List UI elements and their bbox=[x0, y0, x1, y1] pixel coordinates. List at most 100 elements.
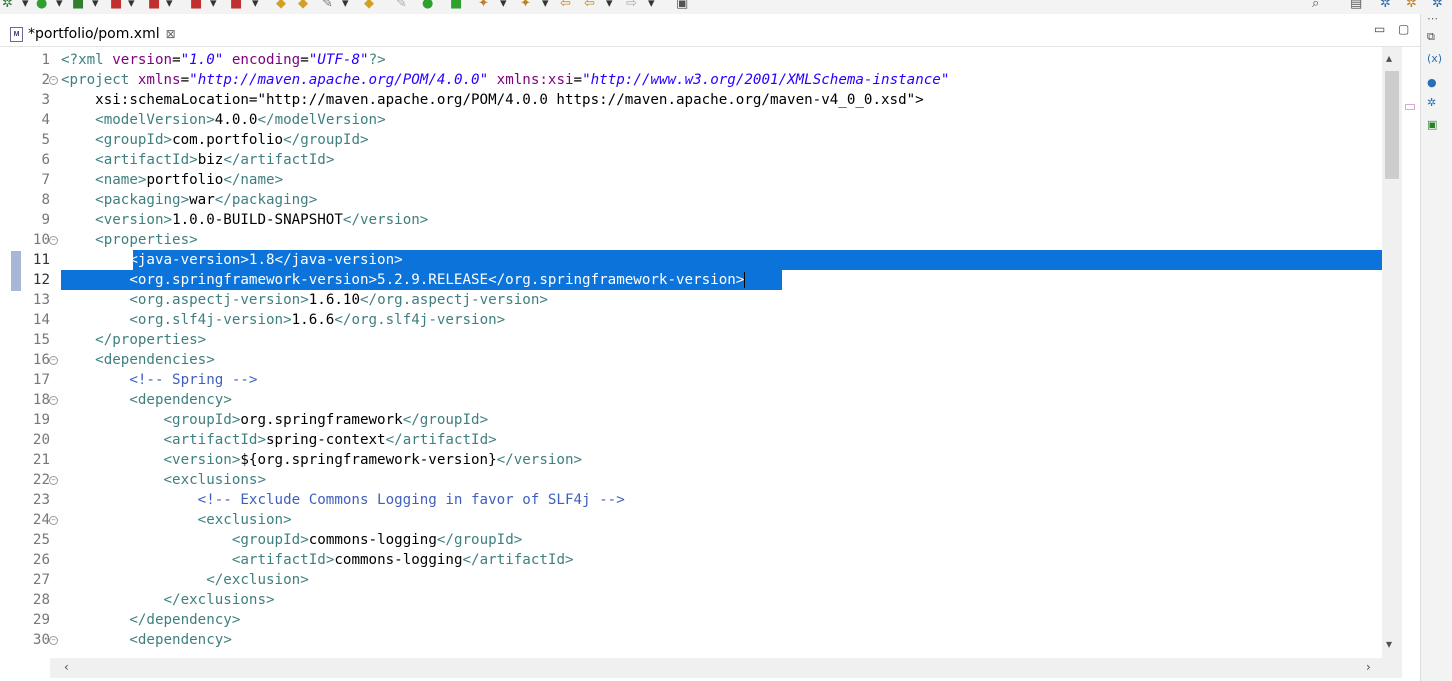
search-dropdown-icon[interactable]: ▾ bbox=[342, 0, 349, 12]
last-edit-icon[interactable]: ⇦ bbox=[560, 0, 571, 12]
run-dropdown-icon[interactable]: ▾ bbox=[56, 0, 63, 12]
code-line[interactable]: 17 <!-- Spring --> bbox=[0, 370, 1382, 390]
code-line[interactable]: 12 <org.springframework-version>5.2.9.RE… bbox=[0, 270, 1382, 290]
launch-dropdown-icon[interactable]: ▾ bbox=[252, 0, 259, 12]
coverage-icon[interactable]: ■ bbox=[72, 0, 84, 12]
code-line[interactable]: 8 <packaging>war</packaging> bbox=[0, 190, 1382, 210]
scroll-up-icon[interactable]: ▴ bbox=[1386, 51, 1392, 65]
code-line[interactable]: 6 <artifactId>biz</artifactId> bbox=[0, 150, 1382, 170]
code-line[interactable]: 22− <exclusions> bbox=[0, 470, 1382, 490]
fold-toggle-icon[interactable]: − bbox=[49, 396, 58, 405]
open-type-icon[interactable]: ◆ bbox=[276, 0, 286, 12]
expressions-icon[interactable]: ✲ bbox=[1427, 96, 1436, 109]
back-dropdown-icon[interactable]: ▾ bbox=[606, 0, 613, 12]
horizontal-scrollbar[interactable]: ‹ › bbox=[50, 658, 1402, 678]
breakpoints-icon[interactable]: ● bbox=[1427, 76, 1437, 89]
launch-icon[interactable]: ■ bbox=[230, 0, 242, 12]
xml-editor[interactable]: 1 <?xml version="1.0" encoding="UTF-8"?> 2… bbox=[0, 47, 1382, 658]
close-icon[interactable]: ⊠ bbox=[166, 27, 176, 41]
prev-annotation-dropdown-icon[interactable]: ▾ bbox=[542, 0, 549, 12]
perspective-icon[interactable]: ✲ bbox=[1432, 0, 1443, 12]
prev-annotation-icon[interactable]: ✦ bbox=[520, 0, 531, 12]
scroll-down-icon[interactable]: ▾ bbox=[1386, 637, 1392, 651]
code-line[interactable]: 14 <org.slf4j-version>1.6.6</org.slf4j-v… bbox=[0, 310, 1382, 330]
run-icon[interactable]: ● bbox=[36, 0, 47, 12]
search-icon[interactable]: ✎ bbox=[322, 0, 333, 12]
registers-icon[interactable]: ▣ bbox=[1427, 118, 1437, 131]
open-perspective-icon[interactable]: ▤ bbox=[1350, 0, 1362, 12]
toggle-breakpoint-icon[interactable]: ● bbox=[422, 0, 433, 12]
forward-icon[interactable]: ⇨ bbox=[626, 0, 637, 12]
scroll-right-icon[interactable]: › bbox=[1366, 660, 1371, 674]
code-line[interactable]: 16− <dependencies> bbox=[0, 350, 1382, 370]
new-server-icon[interactable]: ■ bbox=[190, 0, 202, 12]
line-number: 29 bbox=[32, 612, 50, 628]
line-number: 5 bbox=[41, 132, 50, 148]
fold-toggle-icon[interactable]: − bbox=[49, 236, 58, 245]
fold-toggle-icon[interactable]: − bbox=[49, 516, 58, 525]
code-text: <name>portfolio</name> bbox=[95, 172, 284, 188]
code-line[interactable]: 28 </exclusions> bbox=[0, 590, 1382, 610]
line-number: 18 bbox=[32, 392, 50, 408]
code-line[interactable]: 11 <java-version>1.8</java-version> bbox=[0, 250, 1382, 270]
debug-dropdown-icon[interactable]: ▾ bbox=[22, 0, 29, 12]
next-annotation-dropdown-icon[interactable]: ▾ bbox=[500, 0, 507, 12]
scroll-left-icon[interactable]: ‹ bbox=[64, 660, 69, 674]
code-line[interactable]: 13 <org.aspectj-version>1.6.10</org.aspe… bbox=[0, 290, 1382, 310]
code-line[interactable]: 9 <version>1.0.0-BUILD-SNAPSHOT</version… bbox=[0, 210, 1382, 230]
code-line[interactable]: 23 <!-- Exclude Commons Logging in favor… bbox=[0, 490, 1382, 510]
code-line[interactable]: 25 <groupId>commons-logging</groupId> bbox=[0, 530, 1382, 550]
vertical-scrollbar[interactable]: ▴ ▾ bbox=[1382, 47, 1402, 658]
code-line[interactable]: 1 <?xml version="1.0" encoding="UTF-8"?> bbox=[0, 50, 1382, 70]
code-line[interactable]: 21 <version>${org.springframework-versio… bbox=[0, 450, 1382, 470]
open-resource-icon[interactable]: ◆ bbox=[298, 0, 308, 12]
minimize-icon[interactable]: ▭ bbox=[1374, 22, 1385, 36]
code-text: <groupId>com.portfolio</groupId> bbox=[95, 132, 369, 148]
tab-pom-xml[interactable]: M *portfolio/pom.xml ⊠ bbox=[10, 22, 176, 46]
back-icon[interactable]: ⇦ bbox=[584, 0, 595, 12]
code-line[interactable]: 26 <artifactId>commons-logging</artifact… bbox=[0, 550, 1382, 570]
code-line[interactable]: 5 <groupId>com.portfolio</groupId> bbox=[0, 130, 1382, 150]
code-line[interactable]: 30− <dependency> bbox=[0, 630, 1382, 650]
code-text: </dependency> bbox=[129, 612, 241, 628]
quick-access-icon[interactable]: ⌕ bbox=[1312, 0, 1319, 12]
code-line[interactable]: 27 </exclusion> bbox=[0, 570, 1382, 590]
code-line[interactable]: 2− <project xmlns="http://maven.apache.or… bbox=[0, 70, 1382, 90]
maximize-icon[interactable]: ▢ bbox=[1398, 22, 1409, 36]
toggle-mark-icon[interactable]: ■ bbox=[450, 0, 462, 12]
vertical-scroll-thumb[interactable] bbox=[1385, 71, 1399, 179]
fold-toggle-icon[interactable]: − bbox=[49, 636, 58, 645]
next-annotation-icon[interactable]: ✦ bbox=[478, 0, 489, 12]
code-line[interactable]: 10− <properties> bbox=[0, 230, 1382, 250]
external-tools-dropdown-icon[interactable]: ▾ bbox=[128, 0, 135, 12]
open-task-icon[interactable]: ◆ bbox=[364, 0, 374, 12]
code-line[interactable]: 15 </properties> bbox=[0, 330, 1382, 350]
java-perspective-icon[interactable]: ✲ bbox=[1380, 0, 1391, 12]
code-line[interactable]: 24− <exclusion> bbox=[0, 510, 1382, 530]
code-text: </exclusions> bbox=[163, 592, 275, 608]
code-line[interactable]: 4 <modelVersion>4.0.0</modelVersion> bbox=[0, 110, 1382, 130]
server-dropdown-icon[interactable]: ▾ bbox=[210, 0, 217, 12]
debug-icon[interactable]: ✲ bbox=[2, 0, 13, 12]
view-menu-icon[interactable]: ⋯ bbox=[1427, 12, 1438, 25]
code-line[interactable]: 18− <dependency> bbox=[0, 390, 1382, 410]
annotation-icon[interactable]: ✎ bbox=[396, 0, 407, 12]
stop-dropdown-icon[interactable]: ▾ bbox=[166, 0, 173, 12]
code-line[interactable]: 29 </dependency> bbox=[0, 610, 1382, 630]
stop-icon[interactable]: ■ bbox=[148, 0, 160, 12]
coverage-dropdown-icon[interactable]: ▾ bbox=[92, 0, 99, 12]
code-line[interactable]: 20 <artifactId>spring-context</artifactI… bbox=[0, 430, 1382, 450]
fold-toggle-icon[interactable]: − bbox=[49, 356, 58, 365]
code-line[interactable]: 3 xsi:schemaLocation="http://maven.apach… bbox=[0, 90, 1382, 110]
forward-dropdown-icon[interactable]: ▾ bbox=[648, 0, 655, 12]
fold-toggle-icon[interactable]: − bbox=[49, 76, 58, 85]
jee-perspective-icon[interactable]: ✲ bbox=[1406, 0, 1417, 12]
pin-editor-icon[interactable]: ▣ bbox=[676, 0, 688, 12]
overview-ruler-mark[interactable] bbox=[1405, 104, 1415, 110]
restore-icon[interactable]: ⧉ bbox=[1427, 30, 1435, 44]
fold-toggle-icon[interactable]: − bbox=[49, 476, 58, 485]
code-line[interactable]: 7 <name>portfolio</name> bbox=[0, 170, 1382, 190]
code-line[interactable]: 19 <groupId>org.springframework</groupId… bbox=[0, 410, 1382, 430]
variables-icon[interactable]: (x) bbox=[1427, 52, 1442, 65]
external-tools-icon[interactable]: ■ bbox=[110, 0, 122, 12]
